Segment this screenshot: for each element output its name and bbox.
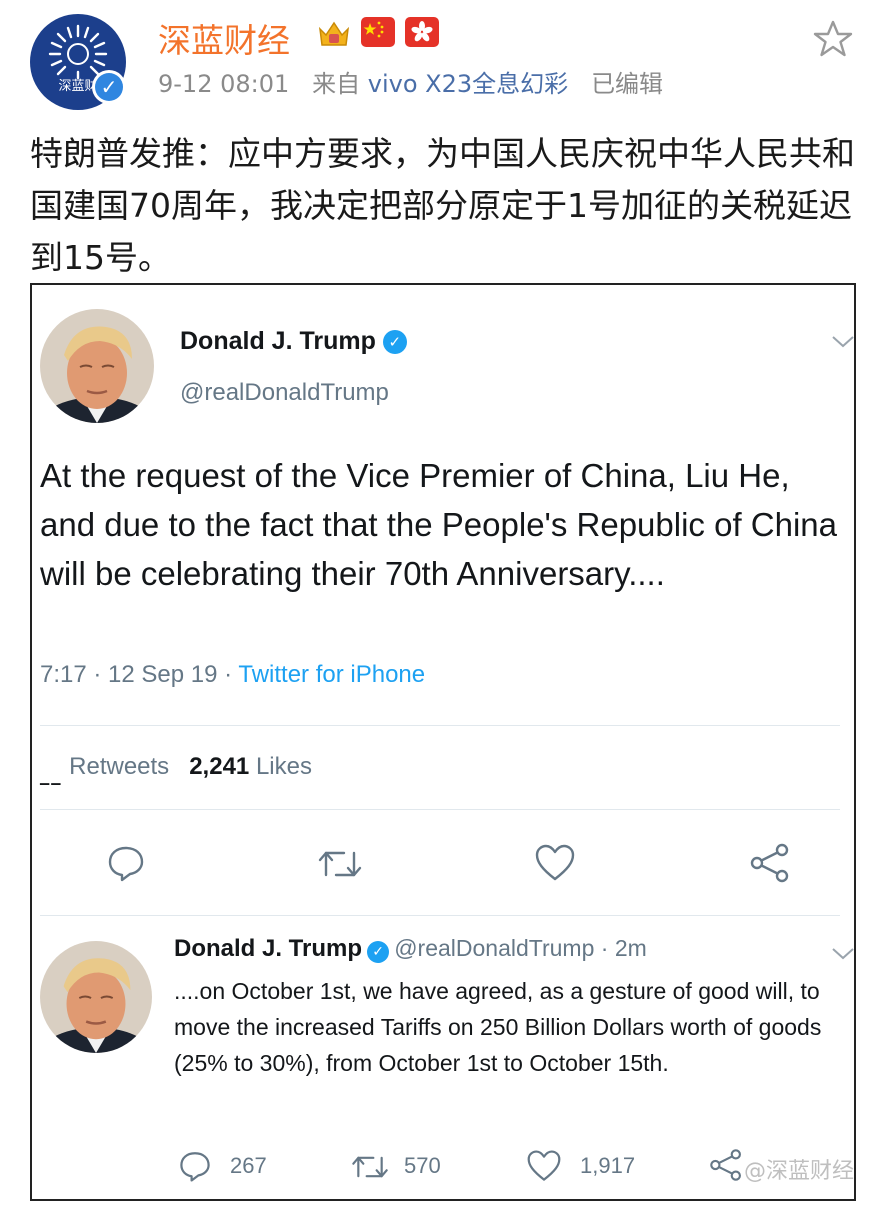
tweet2-name-text[interactable]: Donald J. Trump [174,935,362,962]
tweet2-header: Donald J. Trump ✓ @realDonaldTrump · 2m [174,935,647,963]
tweet1-likes-label[interactable]: Likes [256,753,312,780]
retweet-icon[interactable] [350,1151,390,1183]
divider [40,915,840,916]
tweet2-body: ....on October 1st, we have agreed, as a… [174,978,822,1076]
tweet1-handle[interactable]: @realDonaldTrump [180,379,389,407]
hongkong-flag-icon [405,17,439,47]
star-icon[interactable] [812,18,854,60]
post-meta: 9-12 08:01 来自 vivo X23全息幻彩 已编辑 [158,64,663,99]
reply-icon[interactable] [178,1149,212,1183]
tweet1-name-text: Donald J. Trump [180,327,376,355]
verified-badge-icon: ✓ [92,70,126,104]
twitter-verified-icon: ✓ [367,940,390,963]
trump-avatar [40,941,152,1053]
embedded-tweet-image[interactable]: Donald J. Trump ✓ @realDonaldTrump At th… [30,283,856,1201]
twitter-verified-icon: ✓ [382,330,407,355]
edited-label[interactable]: 已编辑 [591,70,663,98]
device-link[interactable]: vivo X23全息幻彩 [368,70,568,98]
like-heart-icon[interactable] [526,1149,562,1183]
divider [40,725,840,726]
chevron-down-icon[interactable] [830,945,856,963]
tweet1-time-date: 7:17 · 12 Sep 19 · [40,661,239,688]
tweet1-retweets-label[interactable]: Retweets [69,753,169,780]
share-icon[interactable] [748,841,792,885]
reply-icon[interactable] [106,843,146,883]
tweet2-like-count: 1,917 [580,1153,636,1178]
china-flag-icon [361,17,395,47]
tweet1-body: At the request of the Vice Premier of Ch… [40,457,838,592]
tweet2-handle-time[interactable]: @realDonaldTrump · 2m [394,935,647,961]
tweet1-stats: ▁▁ Retweets 2,241 Likes [40,753,312,785]
account-name[interactable]: 深蓝财经 [158,14,290,62]
chevron-down-icon[interactable] [830,333,856,351]
trump-avatar [40,309,154,423]
like-heart-icon[interactable] [534,843,576,883]
retweet-icon[interactable] [316,845,364,883]
share-icon[interactable] [708,1147,744,1183]
tweet1-author-name[interactable]: Donald J. Trump ✓ [180,327,407,356]
weibo-watermark: @深蓝财经 [744,1159,855,1184]
divider [40,809,840,810]
crown-badge-icon [318,21,350,46]
from-label: 来自 [312,70,361,98]
post-time: 9-12 08:01 [158,70,290,98]
tweet2-retweet-count: 570 [404,1153,441,1178]
tweet1-likes-count[interactable]: 2,241 [189,753,249,780]
tweet2-reply-count: 267 [230,1153,267,1178]
tweet1-timestamp: 7:17 · 12 Sep 19 · Twitter for iPhone [40,661,425,689]
tweet1-source[interactable]: Twitter for iPhone [238,661,425,688]
post-text: 特朗普发推：应中方要求，为中国人民庆祝中华人民共和国建国70周年，我决定把部分原… [30,134,855,277]
